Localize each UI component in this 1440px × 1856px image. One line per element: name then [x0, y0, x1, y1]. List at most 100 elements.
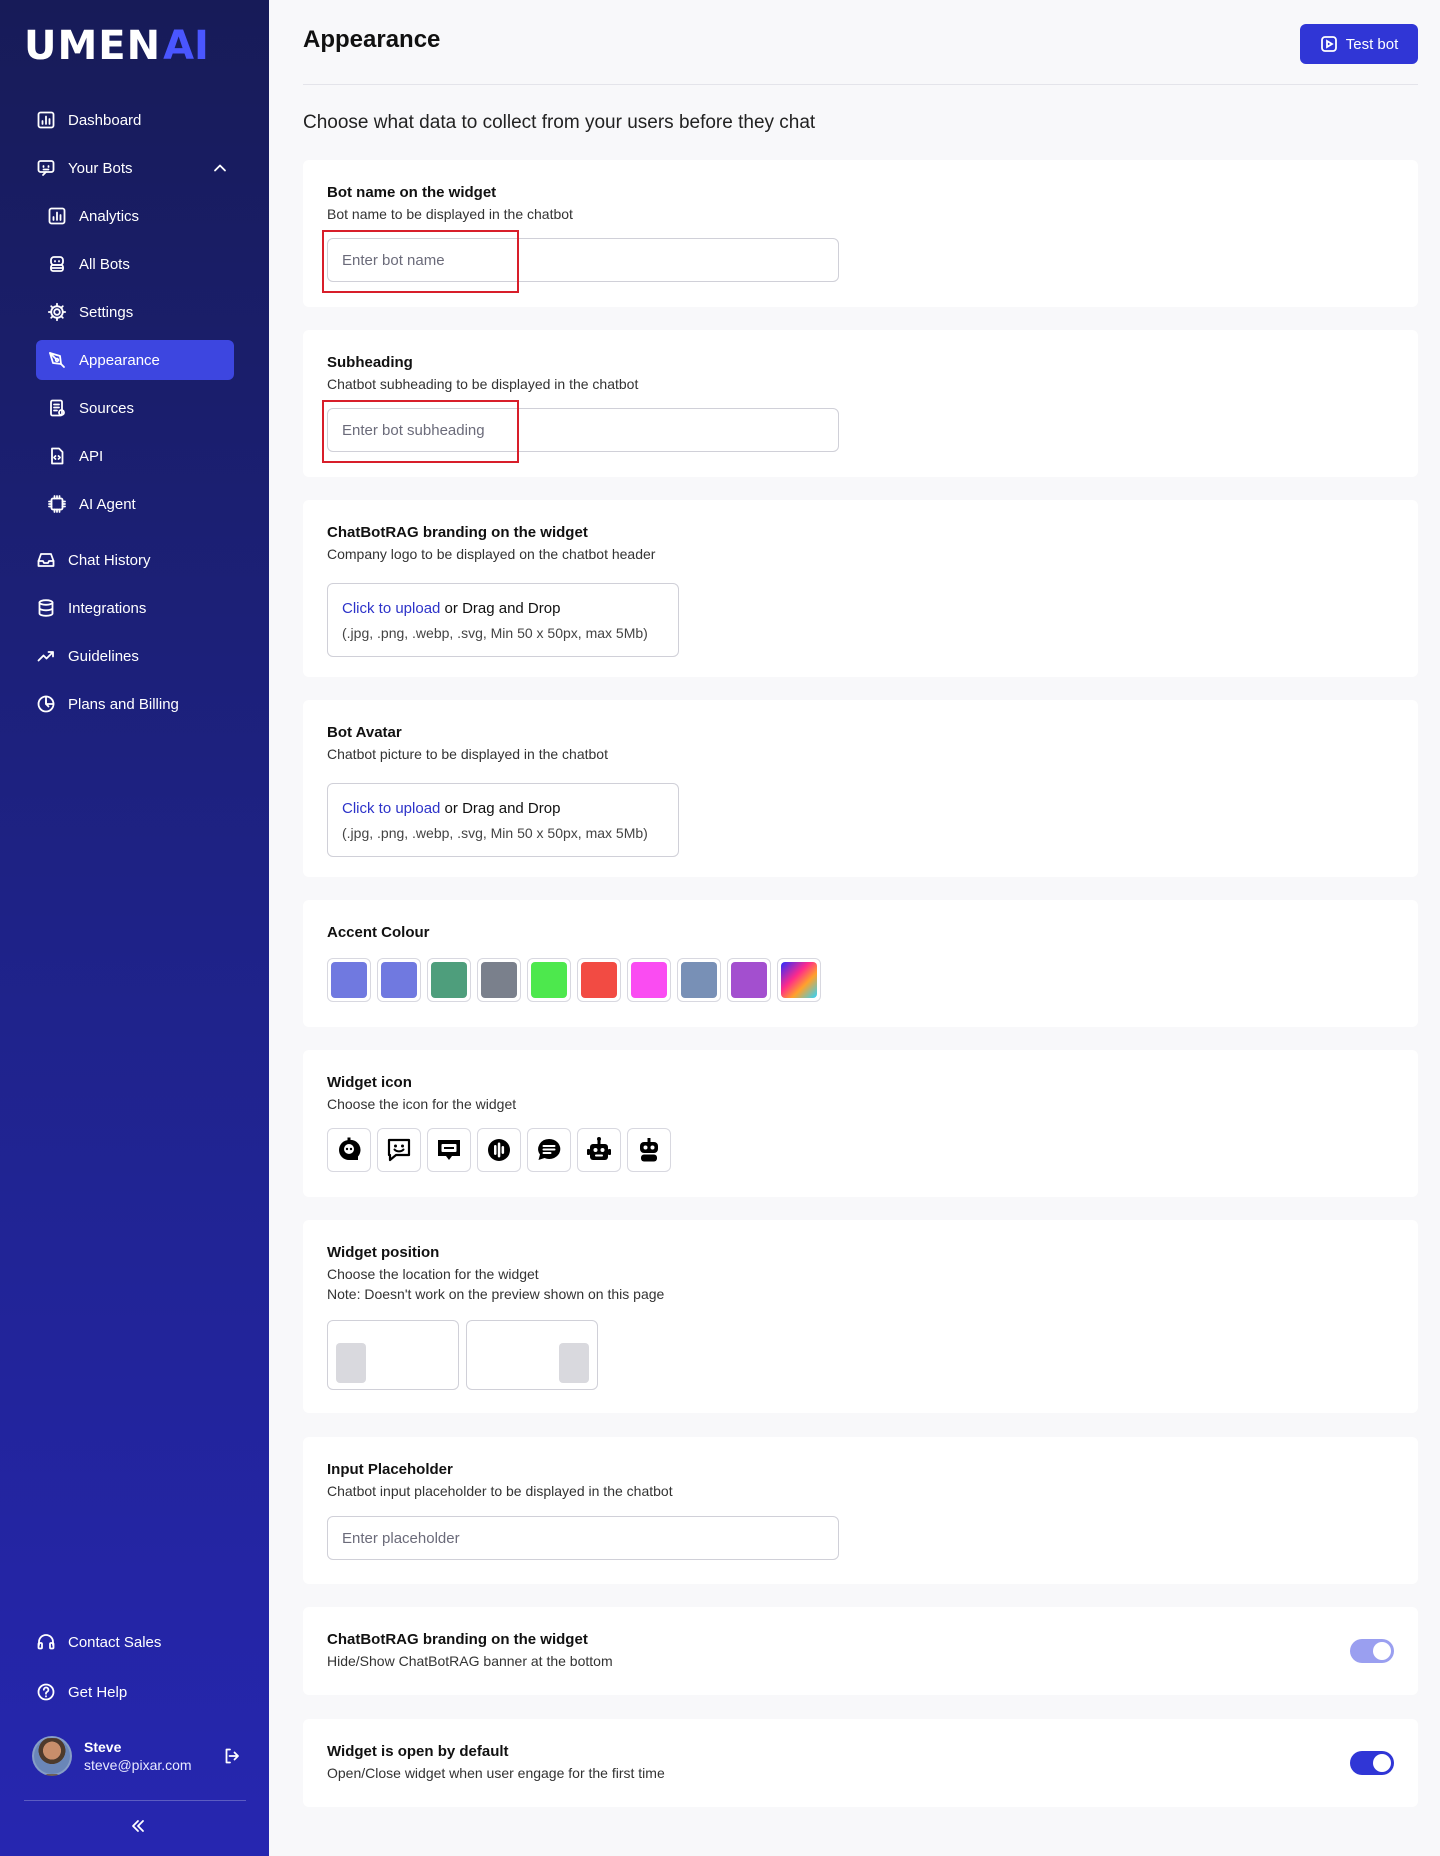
bot-avatar-desc: Chatbot picture to be displayed in the c…	[327, 746, 608, 762]
position-left-option[interactable]	[327, 1320, 459, 1390]
swatch-color	[481, 962, 517, 998]
sidebar-item-all-bots[interactable]: All Bots	[36, 244, 234, 284]
collapse-sidebar-icon[interactable]	[128, 1816, 148, 1841]
accent-swatch[interactable]	[377, 958, 421, 1002]
sidebar-item-sources[interactable]: Sources	[36, 388, 234, 428]
sidebar-item-dashboard[interactable]: Dashboard	[36, 100, 234, 140]
accent-swatch[interactable]	[577, 958, 621, 1002]
widget-icon-card: Widget icon Choose the icon for the widg…	[303, 1050, 1418, 1197]
sidebar-item-contact-sales[interactable]: Contact Sales	[36, 1622, 234, 1662]
headset-icon	[36, 1632, 56, 1652]
accent-colour-card: Accent Colour	[303, 900, 1418, 1027]
sidebar-item-chat-history[interactable]: Chat History	[36, 540, 234, 580]
bot-avatar-label: Bot Avatar	[327, 724, 402, 741]
widget-position-note: Note: Doesn't work on the preview shown …	[327, 1286, 665, 1302]
user-email: steve@pixar.com	[84, 1757, 192, 1773]
accent-swatch[interactable]	[777, 958, 821, 1002]
drag-drop-text: or Drag and Drop	[440, 600, 561, 617]
sidebar-item-ai-agent[interactable]: AI Agent	[36, 484, 234, 524]
swatch-color	[631, 962, 667, 998]
accent-swatch[interactable]	[427, 958, 471, 1002]
bot-name-label: Bot name on the widget	[327, 184, 497, 201]
sidebar-item-appearance[interactable]: Appearance	[36, 340, 234, 380]
sidebar-item-label: Plans and Billing	[68, 695, 179, 713]
accent-swatch[interactable]	[677, 958, 721, 1002]
open-default-desc: Open/Close widget when user engage for t…	[327, 1765, 665, 1781]
input-placeholder-input[interactable]	[327, 1516, 839, 1560]
sidebar-item-label: Chat History	[68, 551, 151, 569]
accent-swatch[interactable]	[477, 958, 521, 1002]
sidebar-item-analytics[interactable]: Analytics	[36, 196, 234, 236]
test-bot-button[interactable]: Test bot	[1300, 24, 1418, 64]
branding-toggle[interactable]	[1350, 1639, 1394, 1663]
chat-smile-icon[interactable]	[377, 1128, 421, 1172]
toggle-knob	[1373, 1754, 1391, 1772]
accent-swatch[interactable]	[627, 958, 671, 1002]
voice-icon[interactable]	[477, 1128, 521, 1172]
sidebar: UMEN AI Dashboard Your Bots Analytics All…	[0, 0, 269, 1856]
position-right-option[interactable]	[466, 1320, 598, 1390]
branding-logo-card: ChatBotRAG branding on the widget Compan…	[303, 500, 1418, 677]
inbox-icon	[36, 550, 56, 570]
avatar	[32, 1736, 72, 1776]
intro-text: Choose what data to collect from your us…	[303, 112, 816, 133]
user-profile[interactable]: Steve steve@pixar.com	[32, 1736, 242, 1776]
main-content: Appearance Test bot Choose what data to …	[269, 0, 1440, 1856]
user-name: Steve	[84, 1739, 122, 1755]
chat-bubble-icon[interactable]	[427, 1128, 471, 1172]
click-to-upload-link[interactable]: Click to upload	[342, 800, 440, 817]
open-default-toggle[interactable]	[1350, 1751, 1394, 1775]
position-right-marker	[559, 1343, 589, 1383]
subheading-input[interactable]	[327, 408, 839, 452]
brush-icon	[47, 350, 67, 370]
message-lines-icon[interactable]	[527, 1128, 571, 1172]
chip-icon	[47, 494, 67, 514]
database-icon	[36, 598, 56, 618]
bot-face-icon[interactable]	[327, 1128, 371, 1172]
sidebar-item-plans-billing[interactable]: Plans and Billing	[36, 684, 234, 724]
code-file-icon	[47, 446, 67, 466]
sidebar-item-get-help[interactable]: Get Help	[36, 1672, 234, 1712]
sidebar-item-integrations[interactable]: Integrations	[36, 588, 234, 628]
bot-name-input[interactable]	[327, 238, 839, 282]
chevron-up-icon[interactable]	[210, 158, 230, 182]
open-default-card: Widget is open by default Open/Close wid…	[303, 1719, 1418, 1807]
widget-icon-desc: Choose the icon for the widget	[327, 1096, 517, 1112]
robot-head-icon[interactable]	[627, 1128, 671, 1172]
brand-logo[interactable]: UMEN AI	[24, 23, 209, 69]
input-placeholder-label: Input Placeholder	[327, 1461, 453, 1478]
sidebar-item-settings[interactable]: Settings	[36, 292, 234, 332]
swatch-color	[331, 962, 367, 998]
sidebar-item-label: API	[79, 447, 104, 465]
accent-swatch[interactable]	[727, 958, 771, 1002]
sidebar-item-label: Guidelines	[68, 647, 139, 665]
avatar-upload-dropzone[interactable]: Click to upload or Drag and Drop (.jpg, …	[327, 783, 679, 857]
header-divider	[303, 84, 1418, 85]
sidebar-item-api[interactable]: API	[36, 436, 234, 476]
widget-position-label: Widget position	[327, 1244, 440, 1261]
help-icon	[36, 1682, 56, 1702]
chart-icon	[36, 110, 56, 130]
upload-formats: (.jpg, .png, .webp, .svg, Min 50 x 50px,…	[342, 825, 648, 841]
robot-icon[interactable]	[577, 1128, 621, 1172]
logo-upload-dropzone[interactable]: Click to upload or Drag and Drop (.jpg, …	[327, 583, 679, 657]
sidebar-item-your-bots[interactable]: Your Bots	[36, 148, 234, 188]
input-placeholder-desc: Chatbot input placeholder to be displaye…	[327, 1483, 673, 1499]
sidebar-item-guidelines[interactable]: Guidelines	[36, 636, 234, 676]
document-icon	[47, 398, 67, 418]
open-default-label: Widget is open by default	[327, 1743, 509, 1760]
bot-avatar-card: Bot Avatar Chatbot picture to be display…	[303, 700, 1418, 877]
logout-icon[interactable]	[222, 1746, 242, 1771]
sidebar-item-label: Contact Sales	[68, 1633, 162, 1651]
accent-colour-label: Accent Colour	[327, 924, 430, 941]
input-placeholder-card: Input Placeholder Chatbot input placehol…	[303, 1437, 1418, 1584]
sidebar-item-label: Analytics	[79, 207, 140, 225]
play-icon	[1320, 36, 1337, 52]
accent-swatch[interactable]	[327, 958, 371, 1002]
trend-icon	[36, 646, 56, 666]
click-to-upload-link[interactable]: Click to upload	[342, 600, 440, 617]
swatch-color	[531, 962, 567, 998]
sidebar-item-label: Sources	[79, 399, 135, 417]
swatch-color	[431, 962, 467, 998]
accent-swatch[interactable]	[527, 958, 571, 1002]
